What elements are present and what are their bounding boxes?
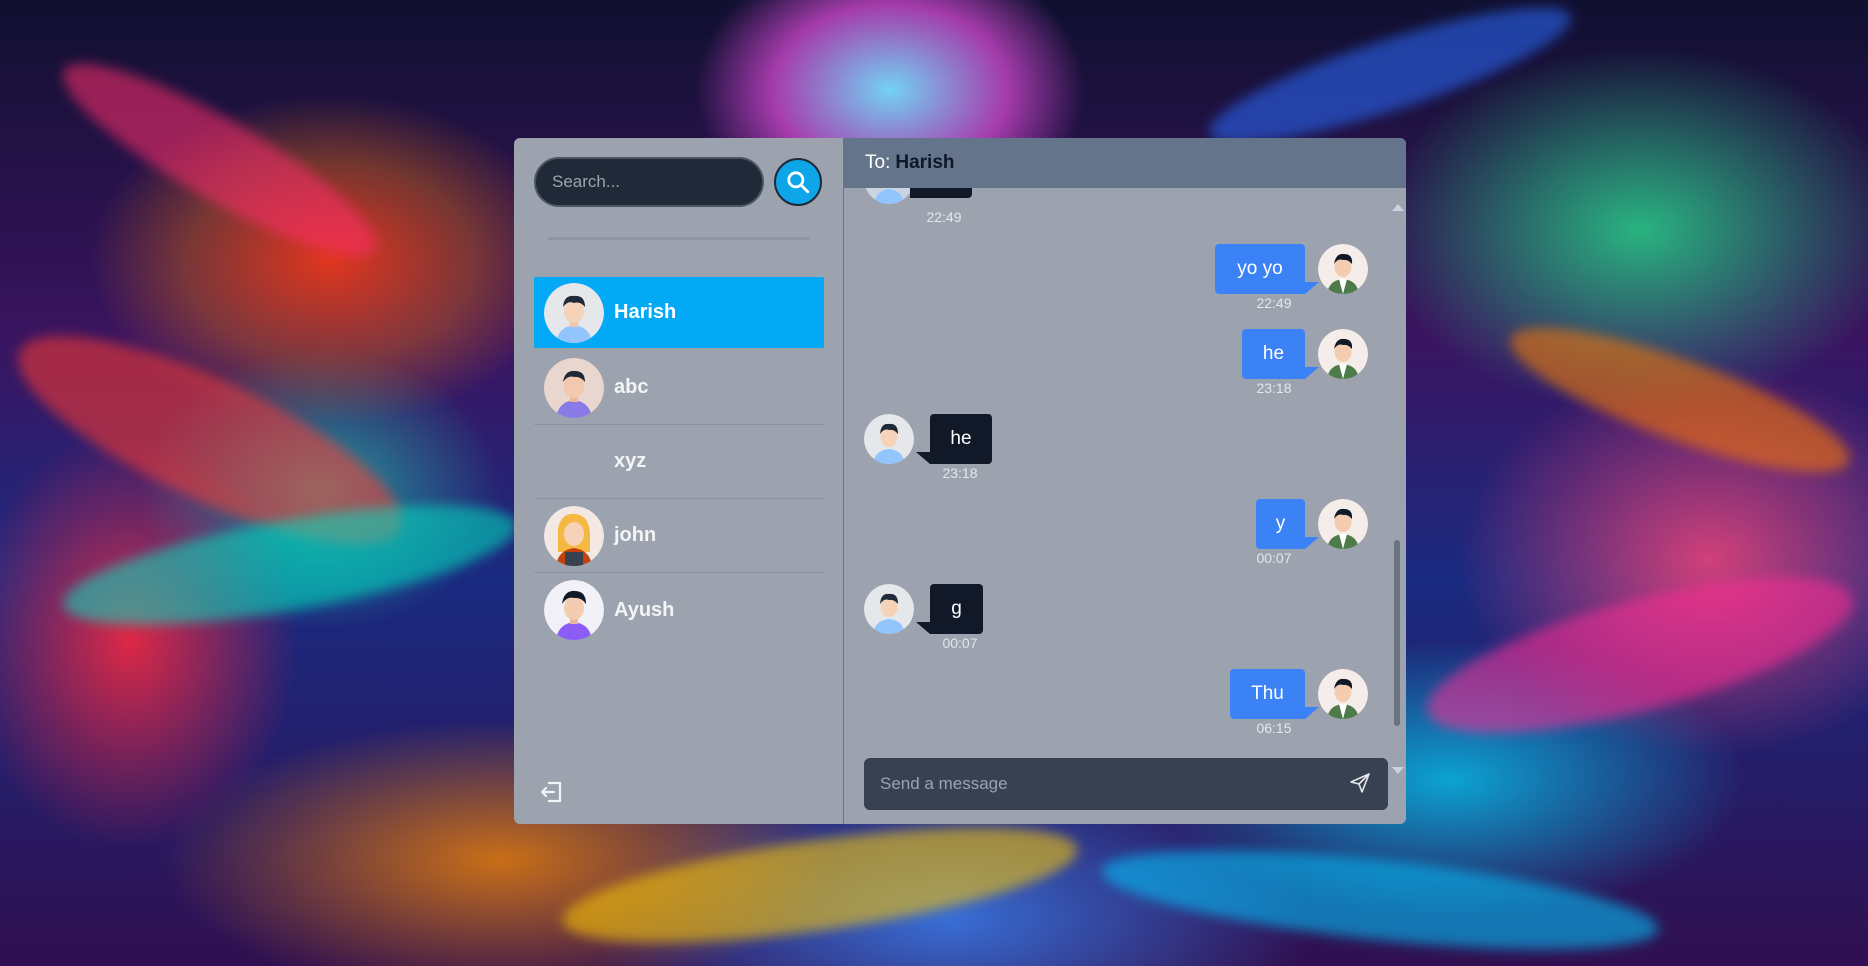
scroll-up-arrow[interactable] — [1392, 204, 1404, 211]
message-list[interactable]: 22:49 yo yo 22:49 he 23:18 he 23:18 y 00… — [844, 188, 1406, 778]
avatar — [1318, 669, 1368, 719]
message-outgoing: Thu 06:15 — [844, 188, 1404, 778]
contact-item-ayush[interactable]: Ayush — [534, 573, 824, 647]
message-composer — [864, 758, 1388, 810]
contact-name: Ayush — [614, 598, 675, 621]
chat-app-window: Harish abc xyz — [514, 138, 1406, 824]
contact-item-abc[interactable]: abc — [534, 351, 824, 425]
contact-item-xyz[interactable]: xyz — [534, 425, 824, 499]
search-input[interactable] — [534, 157, 764, 207]
contact-item-john[interactable]: john — [534, 499, 824, 573]
logout-button[interactable] — [538, 778, 566, 806]
contact-name: john — [614, 524, 657, 546]
contact-list: Harish abc xyz john Ayush — [534, 277, 824, 647]
scroll-thumb[interactable] — [1394, 540, 1400, 726]
bubble-tail — [1305, 707, 1319, 719]
sidebar: Harish abc xyz — [514, 138, 844, 824]
contact-name: xyz — [614, 450, 647, 472]
send-icon — [1350, 773, 1370, 793]
avatar — [544, 357, 604, 418]
message-time: 06:15 — [1256, 720, 1292, 736]
message-input[interactable] — [878, 773, 1348, 795]
sidebar-divider — [548, 237, 810, 240]
avatar — [544, 505, 604, 566]
contact-name: Harish — [614, 301, 677, 323]
search-icon — [787, 171, 810, 194]
chat-header: To: Harish — [844, 138, 1406, 188]
chat-recipient-name: Harish — [895, 152, 955, 173]
avatar — [544, 432, 604, 492]
contact-name: abc — [614, 376, 649, 398]
avatar — [544, 282, 604, 343]
message-scrollbar[interactable] — [1392, 204, 1404, 774]
avatar — [544, 580, 604, 640]
send-button[interactable] — [1348, 771, 1374, 797]
contact-item-harish[interactable]: Harish — [534, 277, 824, 348]
scroll-down-arrow[interactable] — [1392, 767, 1404, 774]
message-bubble: Thu — [1230, 669, 1305, 719]
chat-header-prefix: To: — [865, 152, 891, 173]
chat-panel: To: Harish 22:49 yo yo 22:49 he 23:18 he… — [844, 138, 1406, 824]
search-button[interactable] — [774, 158, 822, 206]
logout-icon — [540, 781, 562, 803]
search-bar — [534, 157, 822, 207]
